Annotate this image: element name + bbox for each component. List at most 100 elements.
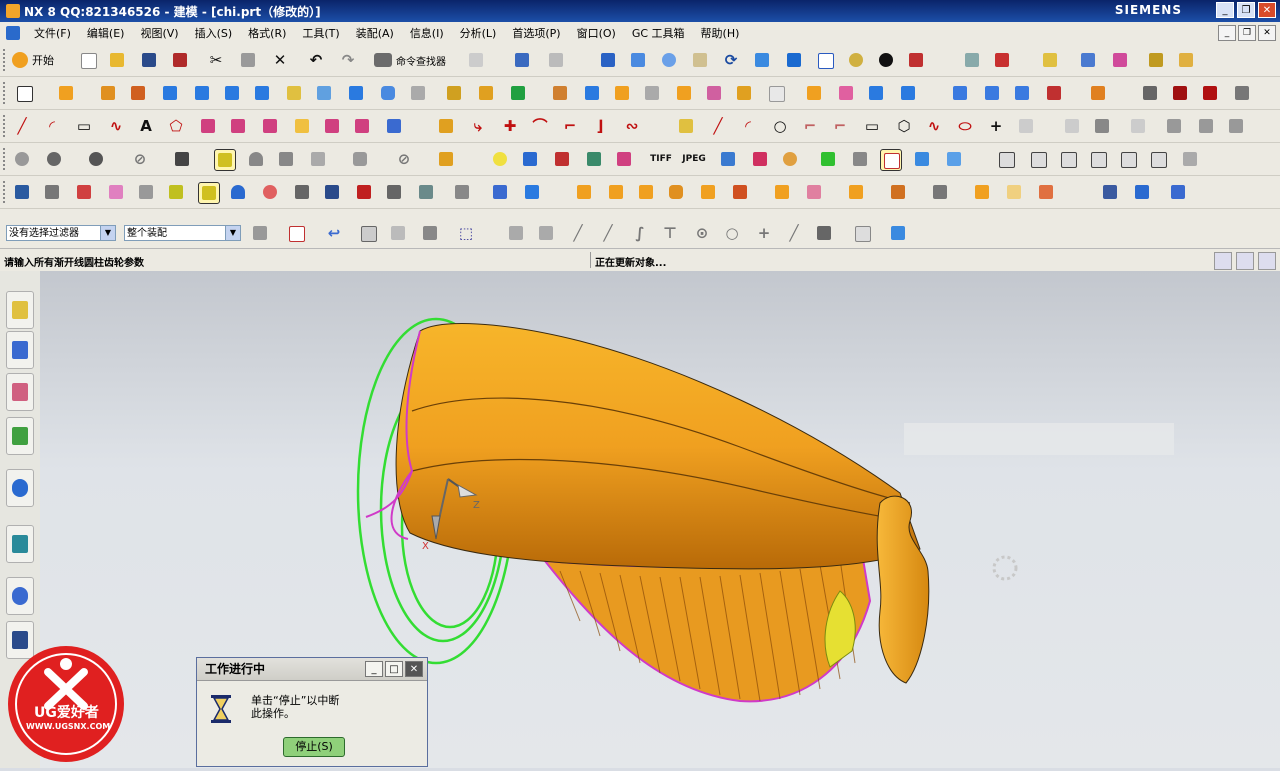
menu-insert[interactable]: 插入(S): [187, 25, 241, 41]
layer-settings-icon[interactable]: [962, 50, 982, 70]
box-copy-icon[interactable]: [636, 182, 656, 202]
bridge-curve-icon[interactable]: [322, 116, 342, 136]
box-cut-icon[interactable]: [772, 182, 792, 202]
type-filter-select[interactable]: 没有选择过滤器 ▼: [6, 225, 116, 241]
derived-line-icon[interactable]: [1062, 116, 1082, 136]
gear-tool-icon[interactable]: [42, 182, 62, 202]
full-screen-icon[interactable]: [1236, 252, 1254, 270]
web-browser-tab[interactable]: [6, 525, 34, 563]
doc-restore-button[interactable]: ❐: [1238, 25, 1256, 41]
snap-arc-center-icon[interactable]: ∫: [630, 223, 650, 243]
person-icon[interactable]: [246, 149, 266, 169]
pocket-icon[interactable]: [192, 83, 212, 103]
dots-grid-icon[interactable]: [350, 149, 370, 169]
datum-axis-icon[interactable]: [476, 83, 496, 103]
dialog-close-button[interactable]: ✕: [405, 661, 423, 677]
snap-existing-icon[interactable]: +: [754, 223, 774, 243]
help-tab[interactable]: [6, 469, 34, 507]
green-cube-icon[interactable]: [416, 182, 436, 202]
rectangle-icon[interactable]: ▭: [74, 116, 94, 136]
studio-icon[interactable]: [876, 50, 896, 70]
scale-body-icon[interactable]: [898, 83, 918, 103]
cut-icon[interactable]: ✂: [206, 50, 226, 70]
box-arrow-icon[interactable]: [888, 182, 908, 202]
thread-icon[interactable]: [408, 83, 428, 103]
sketch-rectangle-icon[interactable]: ▭: [862, 116, 882, 136]
tool-set-icon[interactable]: [1168, 182, 1188, 202]
analysis-icon[interactable]: [1040, 50, 1060, 70]
bolt-icon[interactable]: [1132, 182, 1152, 202]
history-tab[interactable]: [6, 577, 34, 615]
color-gray-block-icon[interactable]: [850, 149, 870, 169]
box-move-icon[interactable]: [574, 182, 594, 202]
rectangle-select-icon[interactable]: ⬚: [456, 223, 476, 243]
no-entry-2-icon[interactable]: ⊘: [394, 149, 414, 169]
open-folder-icon[interactable]: [107, 50, 127, 70]
menu-file[interactable]: 文件(F): [26, 25, 79, 41]
snap-quadrant-icon[interactable]: ⊤: [660, 223, 680, 243]
gh-tool-3-icon[interactable]: [1118, 149, 1138, 169]
circle-icon[interactable]: ○: [770, 116, 790, 136]
marker-icon[interactable]: [214, 149, 236, 171]
arc-icon[interactable]: ◜: [42, 116, 62, 136]
no-entry-icon[interactable]: ⊘: [130, 149, 150, 169]
wcs-icon[interactable]: [992, 50, 1012, 70]
gh-tool-2-icon[interactable]: [1088, 149, 1108, 169]
extrude-icon[interactable]: [56, 83, 76, 103]
brush-icon[interactable]: [74, 182, 94, 202]
save-as-icon[interactable]: [170, 50, 190, 70]
render-settings-icon[interactable]: [584, 149, 604, 169]
back-icon[interactable]: ↩: [324, 223, 344, 243]
restore-window-button[interactable]: ❐: [1237, 2, 1255, 18]
dialog-maximize-button[interactable]: □: [385, 661, 403, 677]
smooth-spline-icon[interactable]: ∾: [622, 116, 642, 136]
constraint-navigator-tab[interactable]: [6, 331, 34, 369]
swept-icon[interactable]: [1012, 83, 1032, 103]
box-pink-icon[interactable]: [804, 182, 824, 202]
shaded-view-icon[interactable]: [752, 50, 772, 70]
dark-cube-icon[interactable]: [384, 182, 404, 202]
zoom-icon[interactable]: [659, 50, 679, 70]
hole-icon[interactable]: [128, 83, 148, 103]
menu-analysis[interactable]: 分析(L): [452, 25, 505, 41]
sketch-chamfer-icon[interactable]: ⌐: [830, 116, 850, 136]
sketch-icon[interactable]: [466, 50, 486, 70]
record-icon[interactable]: [1140, 83, 1160, 103]
component-filter-icon[interactable]: [250, 223, 270, 243]
sew-icon[interactable]: [1088, 83, 1108, 103]
snap-on-face-icon[interactable]: [814, 223, 834, 243]
split-curve-icon[interactable]: ✚: [500, 116, 520, 136]
polygon-icon[interactable]: ⬠: [166, 116, 186, 136]
move-object-icon[interactable]: [546, 50, 566, 70]
stop-button[interactable]: 停止(S): [283, 737, 345, 757]
palette-icon[interactable]: [780, 149, 800, 169]
datum-csys-icon[interactable]: [508, 83, 528, 103]
zoom-window-icon[interactable]: [628, 50, 648, 70]
menu-preferences[interactable]: 首选项(P): [504, 25, 568, 41]
gray-square-icon[interactable]: [452, 182, 472, 202]
pan-icon[interactable]: [690, 50, 710, 70]
draft-icon[interactable]: [734, 83, 754, 103]
slot-icon[interactable]: [252, 83, 272, 103]
dimension-icon[interactable]: [1164, 116, 1184, 136]
photo-icon[interactable]: [292, 182, 312, 202]
menu-format[interactable]: 格式(R): [240, 25, 294, 41]
grid-icon[interactable]: [852, 223, 872, 243]
animate-dimension-icon[interactable]: [1196, 116, 1216, 136]
ellipse-icon[interactable]: ⬭: [955, 116, 975, 136]
sketch-plane-icon[interactable]: [14, 83, 34, 103]
edit-curve-icon[interactable]: [436, 116, 456, 136]
pause-icon[interactable]: [1170, 83, 1190, 103]
snap-center-icon[interactable]: ⊙: [692, 223, 712, 243]
cube-icon[interactable]: [322, 182, 342, 202]
constraint-icon[interactable]: [1128, 116, 1148, 136]
red-image-icon[interactable]: [354, 182, 374, 202]
box-blue-icon[interactable]: [912, 149, 932, 169]
box-split-icon[interactable]: [846, 182, 866, 202]
intersect-icon[interactable]: [612, 83, 632, 103]
export-jpeg-icon[interactable]: JPEG: [680, 149, 708, 169]
point-icon[interactable]: +: [986, 116, 1006, 136]
minimize-window-button[interactable]: _: [1216, 2, 1234, 18]
corner-icon[interactable]: ⌐: [560, 116, 580, 136]
spring-icon[interactable]: [1100, 182, 1120, 202]
